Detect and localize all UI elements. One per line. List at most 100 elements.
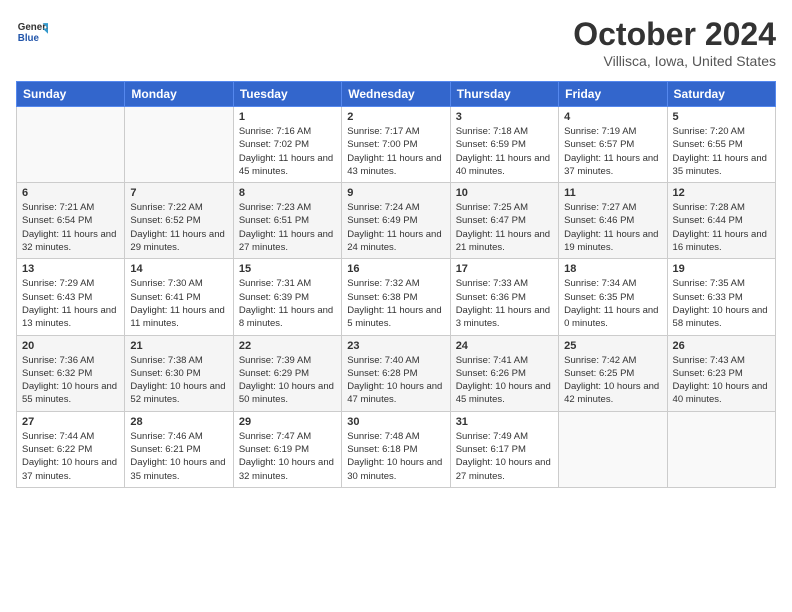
day-info: Sunrise: 7:39 AM Sunset: 6:29 PM Dayligh… — [239, 354, 336, 407]
calendar-cell: 27 Sunrise: 7:44 AM Sunset: 6:22 PM Dayli… — [17, 411, 125, 487]
day-info: Sunrise: 7:43 AM Sunset: 6:23 PM Dayligh… — [673, 354, 770, 407]
calendar-table: SundayMondayTuesdayWednesdayThursdayFrid… — [16, 81, 776, 488]
calendar-cell: 29Sunrise: 7:47 AM Sunset: 6:19 PM Dayli… — [233, 411, 341, 487]
calendar-cell — [125, 107, 233, 183]
logo-icon: General Blue — [16, 16, 48, 48]
day-info: Sunrise: 7:17 AM Sunset: 7:00 PM Dayligh… — [347, 125, 444, 178]
calendar-cell — [17, 107, 125, 183]
calendar-cell: 20 Sunrise: 7:36 AM Sunset: 6:32 PM Dayli… — [17, 335, 125, 411]
weekday-header: Monday — [125, 82, 233, 107]
calendar-week-row: 13Sunrise: 7:29 AM Sunset: 6:43 PM Dayli… — [17, 259, 776, 335]
day-info: Sunrise: 7:27 AM Sunset: 6:46 PM Dayligh… — [564, 201, 661, 254]
day-info: Sunrise: 7:18 AM Sunset: 6:59 PM Dayligh… — [456, 125, 553, 178]
day-number: 2 — [347, 111, 444, 123]
day-number: 23 — [347, 340, 444, 352]
title-block: October 2024 Villisca, Iowa, United Stat… — [573, 16, 776, 69]
day-number: 16 — [347, 263, 444, 275]
calendar-cell — [667, 411, 775, 487]
calendar-cell: 6 Sunrise: 7:21 AM Sunset: 6:54 PM Daylig… — [17, 183, 125, 259]
weekday-header: Tuesday — [233, 82, 341, 107]
day-number: 29 — [239, 416, 336, 428]
calendar-cell: 8 Sunrise: 7:23 AM Sunset: 6:51 PM Daylig… — [233, 183, 341, 259]
calendar-cell: 10Sunrise: 7:25 AM Sunset: 6:47 PM Dayli… — [450, 183, 558, 259]
day-number: 20 — [22, 340, 119, 352]
day-number: 9 — [347, 187, 444, 199]
day-number: 15 — [239, 263, 336, 275]
calendar-cell: 17 Sunrise: 7:33 AM Sunset: 6:36 PM Dayli… — [450, 259, 558, 335]
day-number: 21 — [130, 340, 227, 352]
calendar-cell: 16 Sunrise: 7:32 AM Sunset: 6:38 PM Dayli… — [342, 259, 450, 335]
day-number: 22 — [239, 340, 336, 352]
calendar-cell: 31 Sunrise: 7:49 AM Sunset: 6:17 PM Dayli… — [450, 411, 558, 487]
day-number: 11 — [564, 187, 661, 199]
calendar-cell: 1Sunrise: 7:16 AM Sunset: 7:02 PM Daylig… — [233, 107, 341, 183]
day-number: 28 — [130, 416, 227, 428]
day-info: Sunrise: 7:44 AM Sunset: 6:22 PM Dayligh… — [22, 430, 119, 483]
day-info: Sunrise: 7:23 AM Sunset: 6:51 PM Dayligh… — [239, 201, 336, 254]
day-info: Sunrise: 7:35 AM Sunset: 6:33 PM Dayligh… — [673, 277, 770, 330]
page-header: General Blue October 2024 Villisca, Iowa… — [16, 16, 776, 69]
calendar-cell: 26 Sunrise: 7:43 AM Sunset: 6:23 PM Dayli… — [667, 335, 775, 411]
calendar-cell: 3 Sunrise: 7:18 AM Sunset: 6:59 PM Daylig… — [450, 107, 558, 183]
day-info: Sunrise: 7:49 AM Sunset: 6:17 PM Dayligh… — [456, 430, 553, 483]
day-number: 8 — [239, 187, 336, 199]
day-info: Sunrise: 7:16 AM Sunset: 7:02 PM Dayligh… — [239, 125, 336, 178]
day-number: 27 — [22, 416, 119, 428]
day-info: Sunrise: 7:41 AM Sunset: 6:26 PM Dayligh… — [456, 354, 553, 407]
day-number: 31 — [456, 416, 553, 428]
day-info: Sunrise: 7:28 AM Sunset: 6:44 PM Dayligh… — [673, 201, 770, 254]
calendar-week-row: 1Sunrise: 7:16 AM Sunset: 7:02 PM Daylig… — [17, 107, 776, 183]
day-number: 3 — [456, 111, 553, 123]
weekday-header: Thursday — [450, 82, 558, 107]
day-number: 24 — [456, 340, 553, 352]
weekday-header: Saturday — [667, 82, 775, 107]
day-info: Sunrise: 7:48 AM Sunset: 6:18 PM Dayligh… — [347, 430, 444, 483]
day-number: 14 — [130, 263, 227, 275]
day-number: 12 — [673, 187, 770, 199]
day-info: Sunrise: 7:25 AM Sunset: 6:47 PM Dayligh… — [456, 201, 553, 254]
day-info: Sunrise: 7:32 AM Sunset: 6:38 PM Dayligh… — [347, 277, 444, 330]
day-number: 26 — [673, 340, 770, 352]
day-number: 18 — [564, 263, 661, 275]
calendar-cell: 19 Sunrise: 7:35 AM Sunset: 6:33 PM Dayli… — [667, 259, 775, 335]
calendar-cell: 21 Sunrise: 7:38 AM Sunset: 6:30 PM Dayli… — [125, 335, 233, 411]
logo: General Blue — [16, 16, 48, 48]
day-info: Sunrise: 7:40 AM Sunset: 6:28 PM Dayligh… — [347, 354, 444, 407]
calendar-week-row: 20 Sunrise: 7:36 AM Sunset: 6:32 PM Dayli… — [17, 335, 776, 411]
day-info: Sunrise: 7:30 AM Sunset: 6:41 PM Dayligh… — [130, 277, 227, 330]
calendar-week-row: 6 Sunrise: 7:21 AM Sunset: 6:54 PM Daylig… — [17, 183, 776, 259]
calendar-cell: 18 Sunrise: 7:34 AM Sunset: 6:35 PM Dayli… — [559, 259, 667, 335]
day-info: Sunrise: 7:38 AM Sunset: 6:30 PM Dayligh… — [130, 354, 227, 407]
day-number: 19 — [673, 263, 770, 275]
calendar-cell: 22 Sunrise: 7:39 AM Sunset: 6:29 PM Dayli… — [233, 335, 341, 411]
day-number: 17 — [456, 263, 553, 275]
calendar-cell: 13Sunrise: 7:29 AM Sunset: 6:43 PM Dayli… — [17, 259, 125, 335]
day-info: Sunrise: 7:33 AM Sunset: 6:36 PM Dayligh… — [456, 277, 553, 330]
calendar-cell: 2 Sunrise: 7:17 AM Sunset: 7:00 PM Daylig… — [342, 107, 450, 183]
calendar-cell: 28 Sunrise: 7:46 AM Sunset: 6:21 PM Dayli… — [125, 411, 233, 487]
weekday-header-row: SundayMondayTuesdayWednesdayThursdayFrid… — [17, 82, 776, 107]
day-info: Sunrise: 7:36 AM Sunset: 6:32 PM Dayligh… — [22, 354, 119, 407]
day-number: 5 — [673, 111, 770, 123]
day-number: 4 — [564, 111, 661, 123]
day-info: Sunrise: 7:24 AM Sunset: 6:49 PM Dayligh… — [347, 201, 444, 254]
calendar-cell: 12 Sunrise: 7:28 AM Sunset: 6:44 PM Dayli… — [667, 183, 775, 259]
calendar-cell: 14 Sunrise: 7:30 AM Sunset: 6:41 PM Dayli… — [125, 259, 233, 335]
month-title: October 2024 — [573, 16, 776, 53]
day-number: 7 — [130, 187, 227, 199]
day-info: Sunrise: 7:31 AM Sunset: 6:39 PM Dayligh… — [239, 277, 336, 330]
day-info: Sunrise: 7:34 AM Sunset: 6:35 PM Dayligh… — [564, 277, 661, 330]
day-info: Sunrise: 7:19 AM Sunset: 6:57 PM Dayligh… — [564, 125, 661, 178]
day-number: 6 — [22, 187, 119, 199]
calendar-cell: 23 Sunrise: 7:40 AM Sunset: 6:28 PM Dayli… — [342, 335, 450, 411]
calendar-cell: 25Sunrise: 7:42 AM Sunset: 6:25 PM Dayli… — [559, 335, 667, 411]
day-info: Sunrise: 7:46 AM Sunset: 6:21 PM Dayligh… — [130, 430, 227, 483]
calendar-cell: 5Sunrise: 7:20 AM Sunset: 6:55 PM Daylig… — [667, 107, 775, 183]
day-info: Sunrise: 7:22 AM Sunset: 6:52 PM Dayligh… — [130, 201, 227, 254]
location: Villisca, Iowa, United States — [573, 53, 776, 69]
day-info: Sunrise: 7:21 AM Sunset: 6:54 PM Dayligh… — [22, 201, 119, 254]
svg-text:Blue: Blue — [18, 33, 40, 44]
calendar-week-row: 27 Sunrise: 7:44 AM Sunset: 6:22 PM Dayli… — [17, 411, 776, 487]
calendar-cell: 24 Sunrise: 7:41 AM Sunset: 6:26 PM Dayli… — [450, 335, 558, 411]
calendar-cell: 9 Sunrise: 7:24 AM Sunset: 6:49 PM Daylig… — [342, 183, 450, 259]
